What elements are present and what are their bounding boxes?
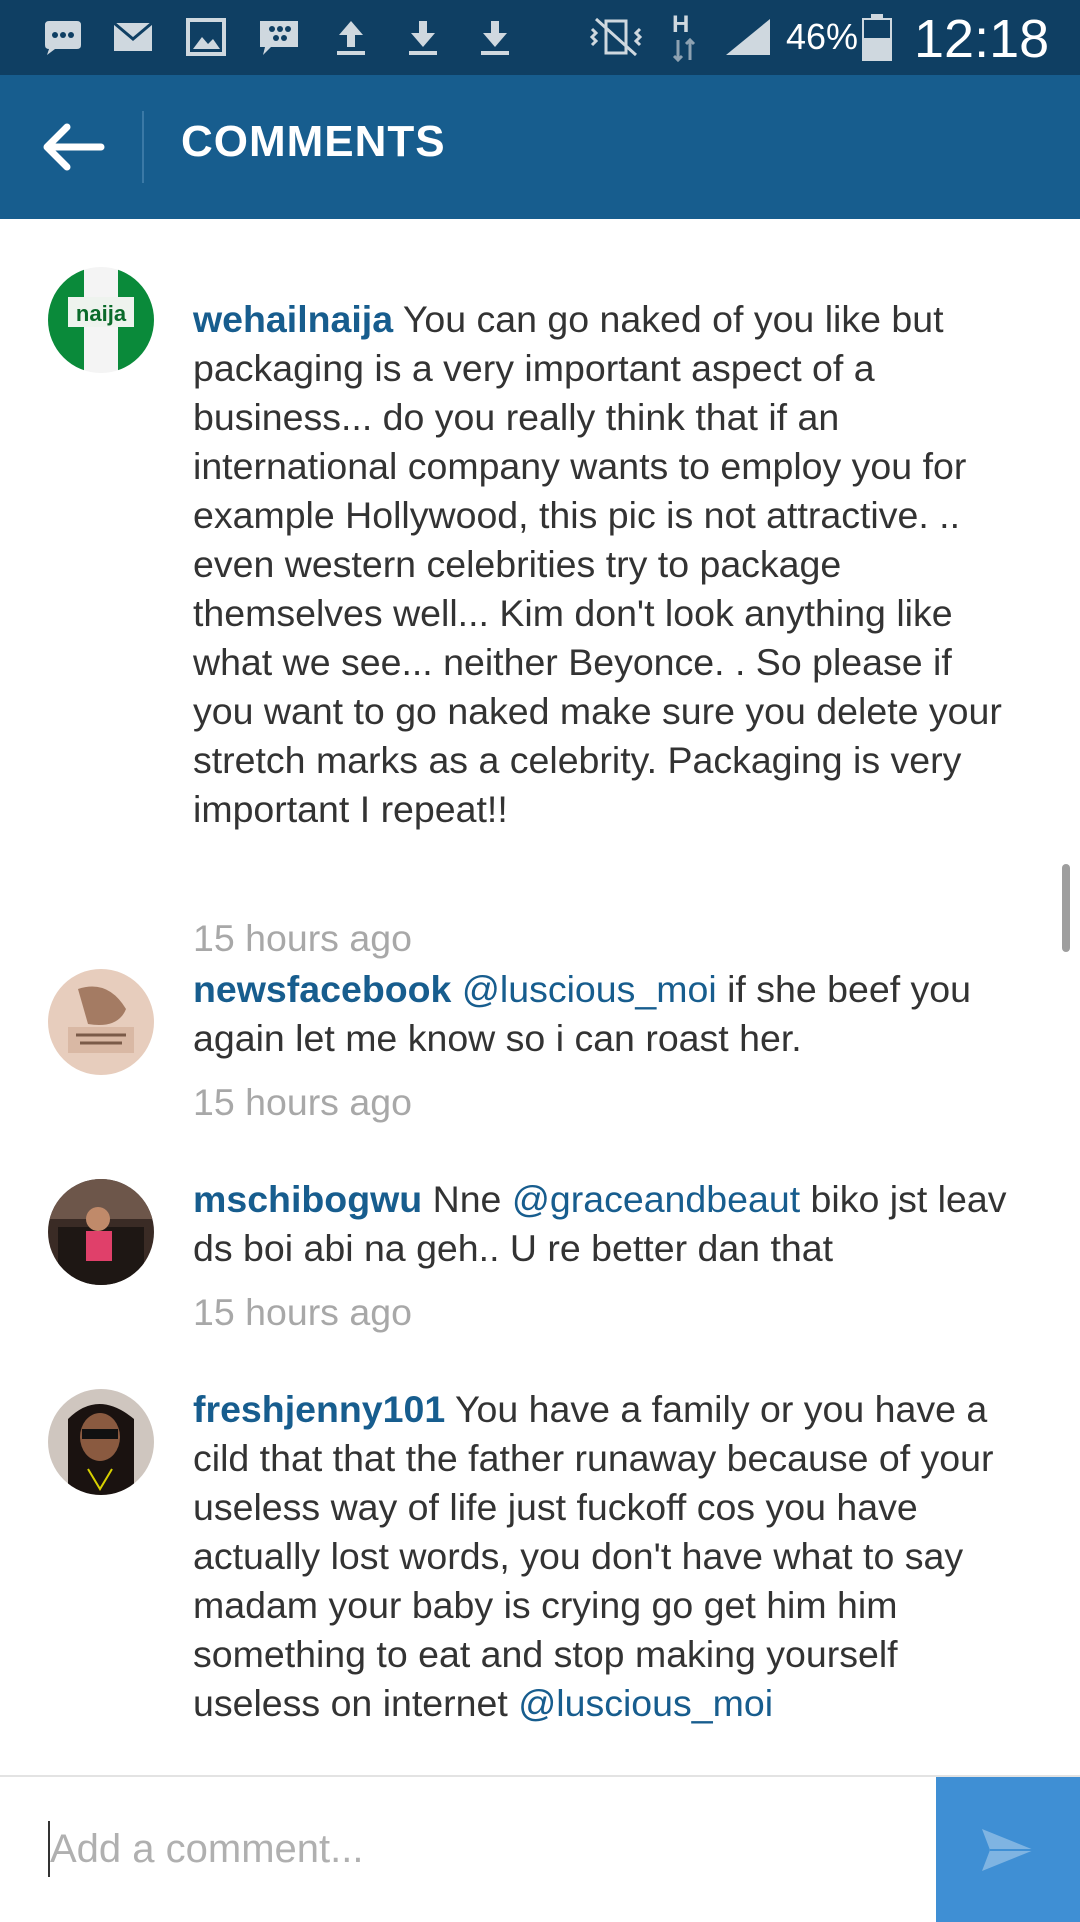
arrow-left-icon: [43, 123, 105, 171]
divider: [142, 111, 144, 183]
comment-username[interactable]: newsfacebook: [193, 968, 451, 1010]
network-h-icon: H: [664, 11, 708, 63]
mail-icon: [110, 14, 156, 60]
comment-body-pre: Nne: [422, 1178, 512, 1220]
avatar[interactable]: [48, 1179, 154, 1285]
svg-text:H: H: [672, 11, 689, 38]
page-title: COMMENTS: [181, 117, 446, 166]
comments-list[interactable]: naija wehailnaija You can go naked of yo…: [0, 219, 1080, 1775]
signal-icon: [722, 14, 774, 60]
comment-timestamp: 15 hours ago: [193, 1291, 412, 1333]
avatar[interactable]: naija: [48, 267, 154, 373]
comment-username[interactable]: wehailnaija: [193, 298, 393, 340]
comment-body: You can go naked of you like but packagi…: [193, 298, 1002, 830]
scrollbar[interactable]: [1062, 864, 1070, 952]
clock: 12:18: [914, 9, 1050, 69]
comment-username[interactable]: freshjenny101: [193, 1388, 445, 1430]
comment-mention[interactable]: @luscious_moi: [518, 1682, 773, 1724]
send-icon: [982, 1828, 1034, 1871]
svg-text:naija: naija: [76, 301, 127, 326]
upload-icon: [328, 14, 374, 60]
comment-text: wehailnaija You can go naked of you like…: [193, 295, 1013, 834]
comment-timestamp: 15 hours ago: [193, 1081, 412, 1123]
back-button[interactable]: [30, 107, 114, 187]
comment-body: You have a family or you have a cild tha…: [193, 1388, 994, 1724]
app-bar: COMMENTS: [0, 75, 1080, 219]
comment-timestamp: 15 hours ago: [193, 917, 412, 959]
comment-input[interactable]: [48, 1817, 912, 1881]
bbm-icon: [256, 14, 302, 60]
avatar[interactable]: [48, 969, 154, 1075]
comment-composer: [0, 1775, 1080, 1922]
comment-mention[interactable]: @graceandbeaut: [512, 1178, 800, 1220]
status-bar: H 46% 12:18: [0, 0, 1080, 75]
comment-mention[interactable]: @luscious_moi: [462, 968, 717, 1010]
chat-icon: [40, 14, 86, 60]
comment-text: freshjenny101 You have a family or you h…: [193, 1385, 1013, 1728]
battery-percent: 46%: [786, 16, 859, 57]
download-icon: [400, 14, 446, 60]
send-button[interactable]: [936, 1777, 1080, 1922]
comment-username[interactable]: mschibogwu: [193, 1178, 422, 1220]
download-icon: [472, 14, 518, 60]
battery-icon: [860, 14, 894, 61]
vibrate-mute-icon: [586, 14, 646, 60]
comment-text: newsfacebook @luscious_moi if she beef y…: [193, 965, 1013, 1063]
avatar[interactable]: [48, 1389, 154, 1495]
comment-text: mschibogwu Nne @graceandbeaut biko jst l…: [193, 1175, 1013, 1273]
image-icon: [183, 14, 229, 60]
